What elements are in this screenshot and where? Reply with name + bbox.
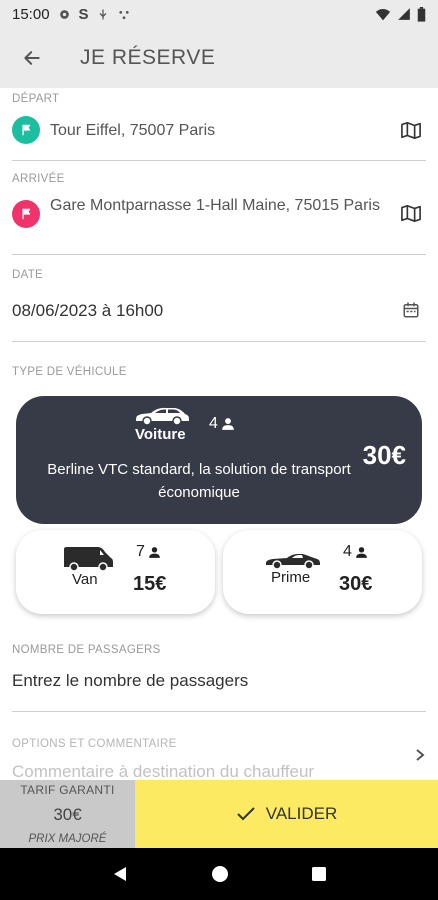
home-circle-icon[interactable] xyxy=(211,865,229,883)
battery-icon xyxy=(417,6,426,22)
capacity-value: 4 xyxy=(209,415,218,432)
vehicle-description: Berline VTC standard, la solution de tra… xyxy=(47,461,351,501)
tarif-title: TARIF GARANTI xyxy=(20,783,115,797)
usb-icon xyxy=(99,9,107,19)
van-icon xyxy=(64,547,113,572)
bottom-bar: TARIF GARANTI 30€ PRIX MAJORÉ VALIDER xyxy=(0,780,438,848)
car-icon xyxy=(136,407,189,426)
booking-form: DÉPART Tour Eiffel, 75007 Paris ARRIVÉE … xyxy=(0,88,438,780)
vehicle-price: 15€ xyxy=(133,573,167,595)
date-field[interactable]: DATE 08/06/2023 à 16h00 xyxy=(12,255,426,342)
validate-label: VALIDER xyxy=(265,804,338,823)
vehicle-price: 30€ xyxy=(362,440,406,470)
options-label: OPTIONS ET COMMENTAIRE xyxy=(12,738,177,750)
arrivee-label: ARRIVÉE xyxy=(12,173,65,185)
vehicle-price: 30€ xyxy=(339,573,373,595)
person-icon xyxy=(355,546,367,558)
depart-field[interactable]: DÉPART Tour Eiffel, 75007 Paris xyxy=(12,88,426,161)
s-app-icon: S xyxy=(78,5,89,23)
system-nav-bar xyxy=(0,848,438,900)
vehicle-card-van[interactable]: Van 7 15€ xyxy=(16,530,215,614)
person-icon xyxy=(148,546,160,558)
capacity-value: 4 xyxy=(343,543,352,560)
calendar-icon[interactable] xyxy=(396,295,426,325)
status-bar: 15:00 S xyxy=(0,0,438,28)
vehicle-name: Van xyxy=(72,571,98,588)
depart-label: DÉPART xyxy=(12,93,60,105)
arrivee-field[interactable]: ARRIVÉE Gare Montparnasse 1-Hall Maine, … xyxy=(12,161,426,255)
comment-input[interactable]: Commentaire à destination du chauffeur xyxy=(12,760,426,780)
date-label: DATE xyxy=(12,269,44,281)
date-value: 08/06/2023 à 16h00 xyxy=(12,300,164,320)
check-icon xyxy=(237,807,255,821)
capacity: 4 xyxy=(343,543,368,561)
arrivee-pin-icon xyxy=(12,200,40,228)
back-triangle-icon[interactable] xyxy=(111,865,129,883)
capacity-value: 7 xyxy=(136,543,145,560)
back-button[interactable] xyxy=(0,28,64,88)
vehicle-card-prime[interactable]: Prime 4 30€ xyxy=(223,530,422,614)
tarif-panel: TARIF GARANTI 30€ PRIX MAJORÉ xyxy=(0,780,135,848)
page-title: JE RÉSERVE xyxy=(80,46,216,69)
options-field[interactable]: OPTIONS ET COMMENTAIRE Commentaire à des… xyxy=(12,712,426,780)
vehicle-card-voiture[interactable]: Voiture 4 Berline VTC standard, la solut… xyxy=(16,396,422,524)
wifi-icon xyxy=(375,8,391,20)
depart-pin-icon xyxy=(12,116,40,144)
tarif-note: PRIX MAJORÉ xyxy=(28,833,107,845)
gear-icon xyxy=(59,9,69,19)
tarif-price: 30€ xyxy=(53,805,82,824)
sports-car-icon xyxy=(266,554,320,570)
depart-value: Tour Eiffel, 75007 Paris xyxy=(50,121,216,139)
signal-icon xyxy=(398,8,410,20)
dots-icon xyxy=(118,10,129,19)
arrivee-value: Gare Montparnasse 1-Hall Maine, 75015 Pa… xyxy=(50,197,380,214)
map-icon[interactable] xyxy=(396,115,426,145)
vehicle-type-label: TYPE DE VÉHICULE xyxy=(12,366,127,378)
chevron-right-icon[interactable] xyxy=(414,748,426,762)
vehicle-name: Prime xyxy=(271,569,311,586)
system-icons xyxy=(375,6,426,22)
vehicle-name: Voiture xyxy=(135,426,186,443)
capacity: 4 xyxy=(209,415,235,433)
passengers-input[interactable]: Entrez le nombre de passagers xyxy=(12,669,426,692)
capacity: 7 xyxy=(136,543,161,561)
person-icon xyxy=(222,418,234,430)
validate-button[interactable]: VALIDER xyxy=(135,780,438,848)
map-icon[interactable] xyxy=(396,198,426,228)
passengers-field[interactable]: NOMBRE DE PASSAGERS Entrez le nombre de … xyxy=(12,634,426,712)
recents-square-icon[interactable] xyxy=(311,866,327,882)
passengers-label: NOMBRE DE PASSAGERS xyxy=(12,644,161,656)
app-bar: JE RÉSERVE xyxy=(0,28,438,88)
status-time: 15:00 xyxy=(12,5,50,23)
notification-icons: S xyxy=(58,6,131,23)
arrow-left-icon xyxy=(24,51,40,65)
